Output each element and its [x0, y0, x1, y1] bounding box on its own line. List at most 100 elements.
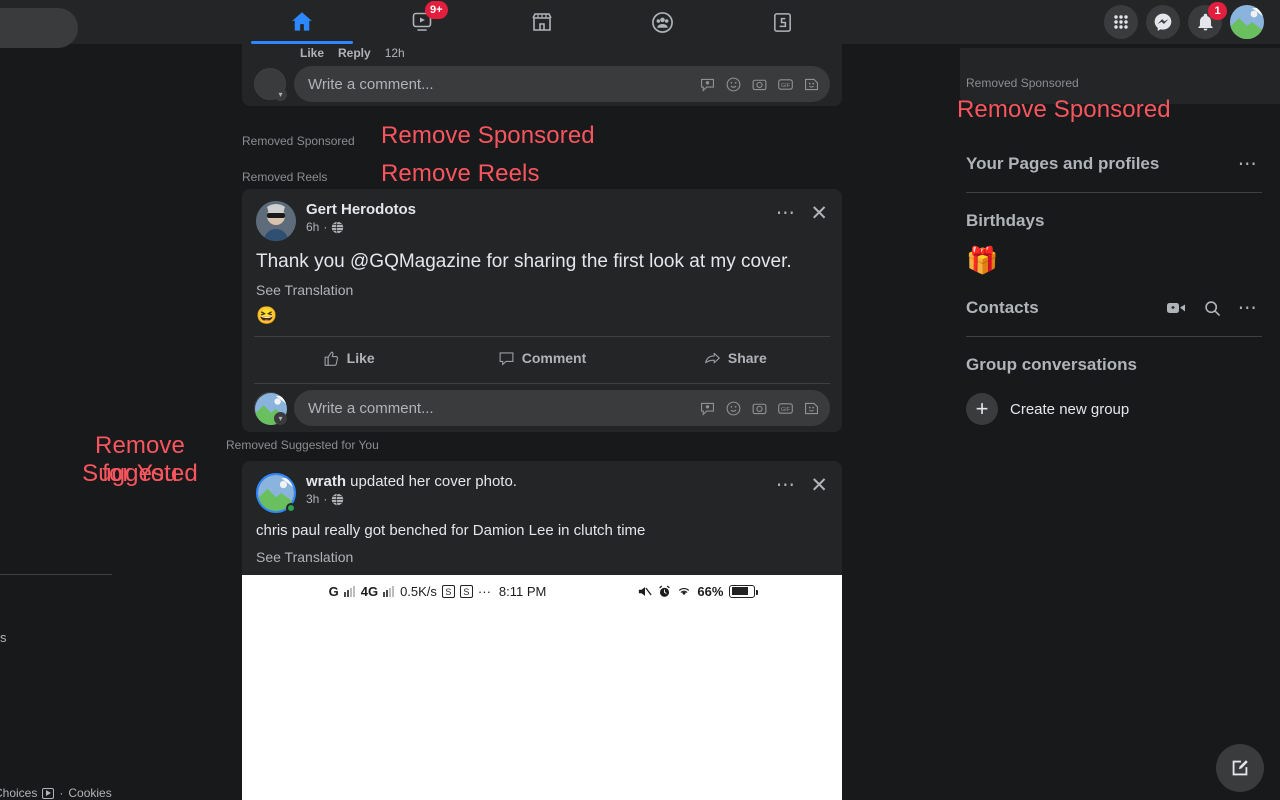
- globe-icon: [332, 221, 344, 233]
- post2-identity: wrath updated her cover photo. 3h ·: [306, 473, 517, 506]
- menu-grid-button[interactable]: [1104, 5, 1138, 39]
- emoji-icon[interactable]: [725, 76, 742, 93]
- post2-text: chris paul really got benched for Damion…: [256, 522, 646, 539]
- comment-like-button[interactable]: Like: [300, 46, 324, 60]
- status-bar-left: G 4G 0.5K/s S S ··· 8:11 PM: [329, 584, 547, 599]
- rail-pages-menu-button[interactable]: ⋯: [1234, 150, 1262, 178]
- nav-tab-video[interactable]: 9+: [367, 0, 477, 44]
- sticker-icon[interactable]: [803, 76, 820, 93]
- post1-header: Gert Herodotos 6h · ⋯ ✕: [242, 189, 842, 247]
- camera-icon[interactable]: [751, 76, 768, 93]
- post1-action-bar: Like Comment Share: [242, 337, 842, 379]
- post1-author[interactable]: Gert Herodotos: [306, 201, 416, 218]
- post2-header-buttons: ⋯ ✕: [776, 475, 828, 496]
- post1-share-button[interactable]: Share: [639, 341, 832, 375]
- notifications-button[interactable]: 1: [1188, 2, 1227, 39]
- post1-avatar[interactable]: [256, 201, 296, 241]
- rail-contacts-icons: ⋯: [1162, 294, 1262, 322]
- post1-composer-wrap: ▾ Write a comment... GIF: [242, 384, 842, 432]
- notifications-badge: 1: [1208, 2, 1227, 20]
- previous-post-comment-strip: Like Reply 12h ▾ Write a comment... GIF: [242, 44, 842, 106]
- status-box-icon-1: S: [441, 584, 455, 598]
- left-sidebar-text-fragment: s: [0, 630, 7, 645]
- phone-status-bar: G 4G 0.5K/s S S ··· 8:11 PM 66%: [242, 575, 842, 607]
- account-avatar[interactable]: [1230, 5, 1264, 39]
- compose-pencil-icon: [1232, 760, 1248, 776]
- comment-timestamp: 12h: [384, 46, 405, 60]
- gif-icon[interactable]: GIF: [777, 76, 794, 93]
- nav-tab-groups[interactable]: [607, 0, 717, 44]
- grid-icon: [1114, 15, 1128, 29]
- post1-meta: 6h ·: [306, 220, 416, 234]
- messenger-button[interactable]: [1146, 5, 1180, 39]
- nav-tab-home[interactable]: [247, 0, 357, 44]
- birthday-gift-icon[interactable]: 🎁: [964, 241, 1264, 288]
- nav-tabs: 9+: [242, 0, 842, 44]
- post2-avatar[interactable]: [256, 473, 296, 513]
- comment-placeholder: Write a comment...: [308, 75, 434, 93]
- search-input[interactable]: [0, 8, 78, 48]
- post2-see-translation[interactable]: See Translation: [242, 541, 842, 575]
- avatar-sticker-icon[interactable]: [699, 400, 716, 417]
- compose-button[interactable]: [1216, 744, 1264, 792]
- chevron-down-icon[interactable]: ▾: [274, 88, 287, 101]
- post1-composer-row: ▾ Write a comment... GIF: [254, 390, 830, 426]
- removed-reels-label: Removed Reels: [242, 170, 328, 184]
- nav-tab-marketplace[interactable]: [487, 0, 597, 44]
- post1-composer-avatar[interactable]: ▾: [254, 392, 287, 425]
- post1-close-button[interactable]: ✕: [810, 203, 828, 224]
- post1-like-label: Like: [346, 350, 375, 366]
- svg-text:GIF: GIF: [781, 83, 791, 89]
- comment-input[interactable]: Write a comment... GIF: [294, 66, 830, 102]
- post2-action-text: updated her cover photo.: [346, 473, 517, 490]
- post1-see-translation[interactable]: See Translation: [242, 274, 842, 298]
- comment-reply-button[interactable]: Reply: [338, 46, 371, 60]
- comment-bubble-icon: [499, 351, 514, 366]
- rail-group-conversations-row: Group conversations: [964, 345, 1264, 385]
- post1-comment-input[interactable]: Write a comment... GIF: [294, 390, 830, 426]
- contacts-search-button[interactable]: [1198, 294, 1226, 322]
- emoji-icon[interactable]: [725, 400, 742, 417]
- remove-suggested-annotation-line2: for You: [102, 460, 178, 487]
- sticker-icon[interactable]: [803, 400, 820, 417]
- rail-birthdays-title: Birthdays: [966, 211, 1045, 230]
- chevron-down-icon[interactable]: ▾: [274, 412, 287, 425]
- composer-avatar[interactable]: ▾: [254, 68, 287, 101]
- rail-divider-1: [966, 192, 1262, 193]
- create-new-group-button[interactable]: + Create new group: [964, 385, 1264, 433]
- avatar-sticker-icon[interactable]: [699, 76, 716, 93]
- share-arrow-icon: [705, 352, 720, 363]
- rail-removed-sponsored-label: Removed Sponsored: [966, 76, 1079, 90]
- screenshot-image-body: [242, 607, 842, 800]
- remove-reels-annotation: Remove Reels: [381, 160, 540, 187]
- messenger-icon: [1154, 13, 1172, 31]
- post2-attached-screenshot[interactable]: G 4G 0.5K/s S S ··· 8:11 PM 66%: [242, 575, 842, 800]
- globe-icon: [332, 493, 344, 505]
- rail-pages-row: Your Pages and profiles ⋯: [964, 144, 1264, 184]
- wifi-icon: [679, 587, 690, 596]
- footer-cookies-link[interactable]: Cookies: [68, 786, 111, 800]
- nav-tab-gaming[interactable]: [727, 0, 837, 44]
- status-overflow-dots: ···: [477, 583, 491, 599]
- post1-comment-placeholder: Write a comment...: [308, 399, 434, 417]
- post1-comment-label: Comment: [521, 350, 587, 366]
- svg-text:GIF: GIF: [781, 407, 791, 413]
- post2-close-button[interactable]: ✕: [810, 475, 828, 496]
- post1-reactions[interactable]: 😆: [242, 298, 842, 332]
- post1-text: Thank you @GQMagazine for sharing the fi…: [256, 251, 792, 272]
- post2-author[interactable]: wrath: [306, 473, 346, 490]
- signal-bars-icon: [343, 585, 355, 597]
- post1-comment-button[interactable]: Comment: [445, 341, 638, 375]
- post2-menu-button[interactable]: ⋯: [776, 476, 797, 495]
- nav-right-actions: 1: [1104, 0, 1264, 44]
- post2-author-line: wrath updated her cover photo.: [306, 473, 517, 490]
- gif-icon[interactable]: GIF: [777, 400, 794, 417]
- battery-percent: 66%: [697, 583, 724, 599]
- post1-like-button[interactable]: Like: [252, 341, 445, 375]
- post1-menu-button[interactable]: ⋯: [776, 204, 797, 223]
- create-new-group-label: Create new group: [1010, 400, 1130, 418]
- camera-icon[interactable]: [751, 400, 768, 417]
- contacts-menu-button[interactable]: ⋯: [1234, 294, 1262, 322]
- video-room-button[interactable]: [1162, 294, 1190, 322]
- footer-choices-link[interactable]: Choices: [0, 786, 37, 800]
